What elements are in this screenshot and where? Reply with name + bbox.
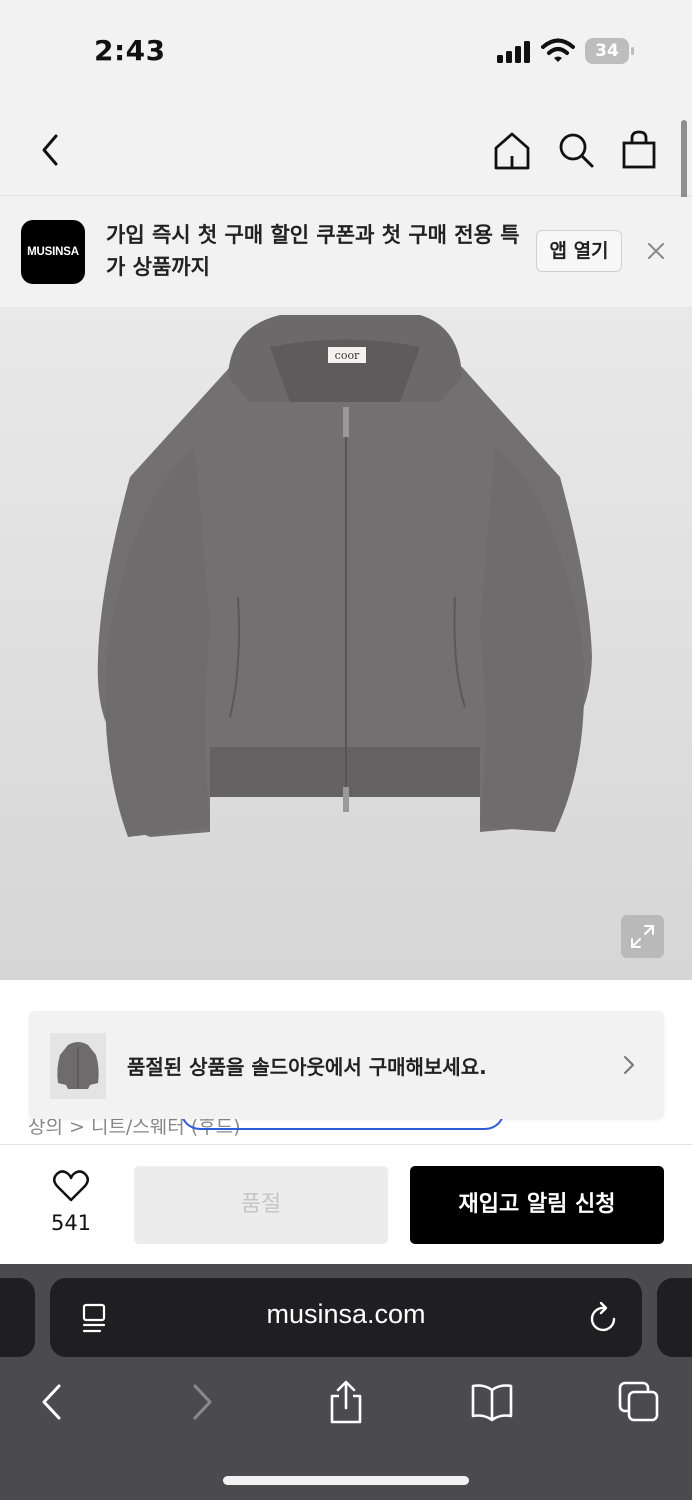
address-bar[interactable]: musinsa.com bbox=[50, 1278, 642, 1357]
toast-product-thumbnail bbox=[50, 1033, 106, 1099]
top-navigation bbox=[0, 100, 692, 196]
bookmarks-icon[interactable] bbox=[470, 1380, 514, 1424]
musinsa-logo: MUSINSA bbox=[21, 220, 85, 284]
purchase-action-bar: 541 품절 재입고 알림 신청 bbox=[0, 1144, 692, 1264]
browser-forward-icon[interactable] bbox=[180, 1380, 224, 1424]
expand-image-button[interactable] bbox=[621, 915, 664, 958]
like-button[interactable]: 541 bbox=[38, 1165, 104, 1241]
soldout-button: 품절 bbox=[134, 1166, 388, 1244]
like-count: 541 bbox=[50, 1211, 92, 1235]
chevron-right-icon bbox=[624, 1056, 634, 1074]
open-app-button[interactable]: 앱 열기 bbox=[536, 230, 622, 272]
battery-level: 34 bbox=[585, 38, 629, 64]
browser-back-icon[interactable] bbox=[30, 1380, 74, 1424]
hoodie-illustration: coor bbox=[97, 315, 593, 837]
restock-alert-button[interactable]: 재입고 알림 신청 bbox=[410, 1166, 664, 1244]
expand-icon bbox=[631, 925, 654, 948]
product-image[interactable]: coor bbox=[0, 307, 692, 980]
share-icon[interactable] bbox=[324, 1380, 368, 1424]
app-install-banner: MUSINSA 가입 즉시 첫 구매 할인 쿠폰과 첫 구매 전용 특가 상품까… bbox=[0, 197, 692, 307]
toast-message: 품절된 상품을 솔드아웃에서 구매해보세요. bbox=[127, 1055, 487, 1079]
banner-message: 가입 즉시 첫 구매 할인 쿠폰과 첫 구매 전용 특가 상품까지 bbox=[106, 223, 520, 279]
search-icon[interactable] bbox=[554, 128, 598, 172]
heart-icon bbox=[53, 1170, 89, 1202]
close-icon[interactable] bbox=[644, 239, 668, 263]
status-bar: 2:43 34 bbox=[0, 0, 692, 100]
brand-label-text: coor bbox=[335, 349, 360, 362]
previous-tab-preview[interactable] bbox=[0, 1278, 35, 1357]
next-tab-preview[interactable] bbox=[657, 1278, 692, 1357]
cellular-signal-icon bbox=[497, 41, 530, 63]
safari-toolbar: musinsa.com bbox=[0, 1264, 692, 1500]
home-icon[interactable] bbox=[490, 128, 534, 172]
status-time: 2:43 bbox=[94, 34, 166, 67]
reload-icon[interactable] bbox=[588, 1300, 620, 1334]
back-icon[interactable] bbox=[28, 128, 72, 172]
url-text[interactable]: musinsa.com bbox=[50, 1299, 642, 1330]
home-indicator[interactable] bbox=[223, 1476, 469, 1485]
scroll-indicator[interactable] bbox=[681, 120, 687, 206]
shopping-bag-icon[interactable] bbox=[617, 128, 661, 172]
battery-icon: 34 bbox=[585, 38, 635, 64]
soldout-toast[interactable]: 품절된 상품을 솔드아웃에서 구매해보세요. bbox=[29, 1011, 664, 1119]
wifi-icon bbox=[541, 38, 575, 62]
tabs-icon[interactable] bbox=[617, 1380, 661, 1424]
